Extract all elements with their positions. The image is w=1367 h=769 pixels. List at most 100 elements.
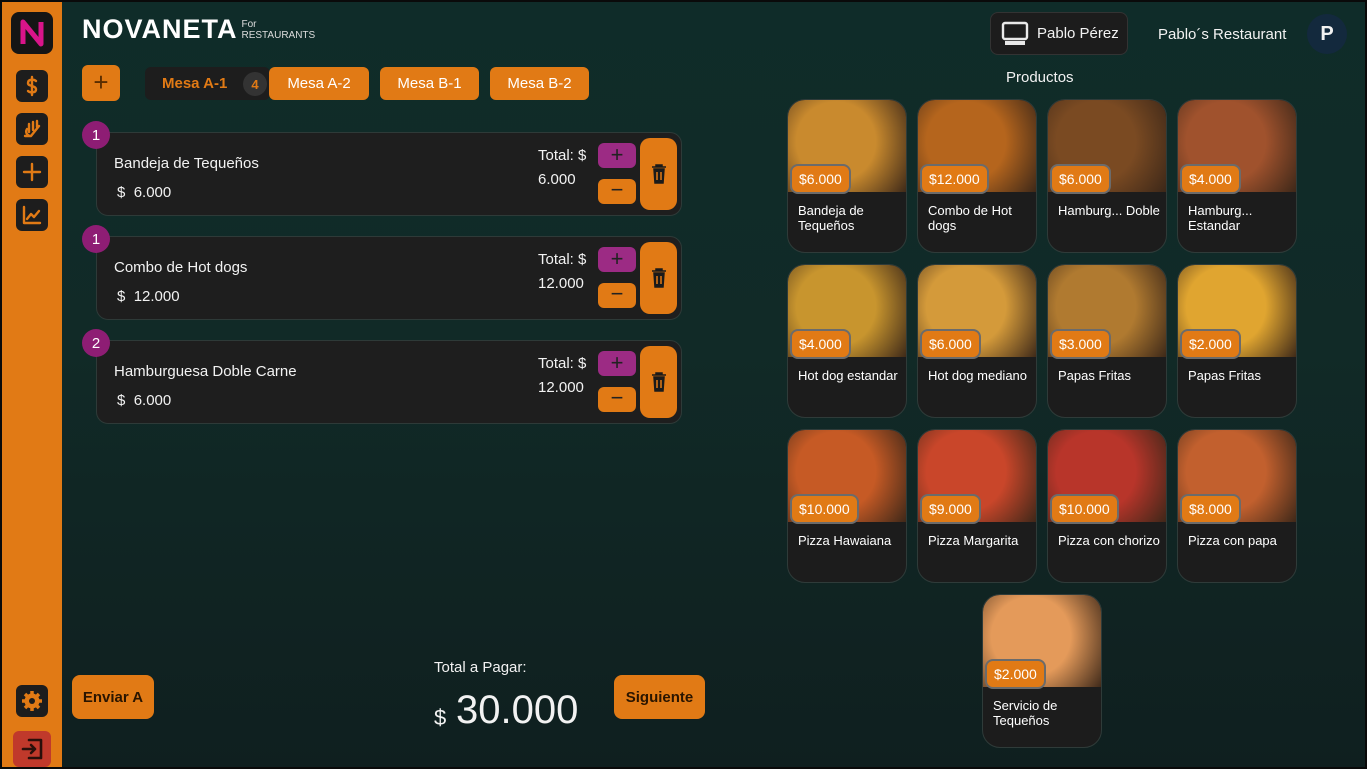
delete-item-button[interactable] [640, 242, 677, 314]
item-total-label: Total: $ [538, 147, 587, 164]
chart-icon [22, 205, 42, 225]
delete-item-button[interactable] [640, 138, 677, 210]
item-total-label: Total: $ [538, 251, 587, 268]
product-name: Combo de Hot dogs [928, 203, 1012, 233]
item-name: Combo de Hot dogs [114, 259, 248, 276]
computer-icon [1001, 21, 1029, 45]
product-card[interactable]: $6.000 Hamburg... Doble [1047, 99, 1167, 253]
product-price: $4.000 [1180, 164, 1241, 194]
item-quantity-badge: 1 [82, 225, 110, 253]
send-to-button[interactable]: Enviar A [72, 675, 154, 719]
product-name: Bandeja de Tequeños [798, 203, 864, 233]
product-price: $6.000 [790, 164, 851, 194]
product-price: $2.000 [1180, 329, 1241, 359]
novaneta-logo-icon [20, 19, 44, 47]
sidebar-item-add[interactable] [16, 156, 48, 188]
product-card[interactable]: $10.000 Pizza con chorizo [1047, 429, 1167, 583]
product-name: Hamburg... Estandar [1188, 203, 1253, 233]
product-card[interactable]: $4.000 Hamburg... Estandar [1177, 99, 1297, 253]
trash-icon [651, 372, 666, 392]
product-card[interactable]: $3.000 Papas Fritas [1047, 264, 1167, 418]
tab-count-badge: 4 [243, 72, 267, 96]
plus-icon [22, 162, 42, 182]
product-name: Papas Fritas [1188, 368, 1261, 383]
item-quantity-badge: 1 [82, 121, 110, 149]
next-button[interactable]: Siguiente [614, 675, 705, 719]
product-price: $12.000 [920, 164, 989, 194]
tab-mesa-a2[interactable]: Mesa A-2 [269, 67, 369, 100]
product-card[interactable]: $9.000 Pizza Margarita [917, 429, 1037, 583]
restaurant-name: Pablo´s Restaurant [1158, 26, 1287, 43]
product-card[interactable]: $2.000 Papas Fritas [1177, 264, 1297, 418]
item-name: Hamburguesa Doble Carne [114, 363, 297, 380]
product-name: Papas Fritas [1058, 368, 1131, 383]
product-card[interactable]: $6.000 Bandeja de Tequeños [787, 99, 907, 253]
item-total-label: Total: $ [538, 355, 587, 372]
trash-icon [651, 164, 666, 184]
decrease-quantity-button[interactable]: − [598, 283, 636, 308]
sidebar [0, 0, 62, 769]
user-button[interactable]: Pablo Pérez [990, 12, 1128, 55]
item-total-value: 6.000 [538, 171, 576, 188]
item-price: $ 12.000 [117, 288, 180, 305]
order-item: 1 Bandeja de Tequeños $ 6.000 Total: $ 6… [82, 121, 682, 216]
product-price: $9.000 [920, 494, 981, 524]
trash-icon [651, 268, 666, 288]
logout-button[interactable] [13, 731, 51, 767]
increase-quantity-button[interactable]: + [598, 247, 636, 272]
increase-quantity-button[interactable]: + [598, 143, 636, 168]
product-price: $6.000 [920, 329, 981, 359]
decrease-quantity-button[interactable]: − [598, 179, 636, 204]
order-item: 2 Hamburguesa Doble Carne $ 6.000 Total:… [82, 329, 682, 424]
product-name: Hot dog mediano [928, 368, 1028, 383]
product-card[interactable]: $6.000 Hot dog mediano [917, 264, 1037, 418]
tab-label: Mesa A-1 [162, 75, 228, 92]
sidebar-item-settings[interactable] [16, 685, 48, 717]
avatar[interactable]: P [1307, 14, 1347, 54]
sidebar-item-service[interactable] [16, 113, 48, 145]
product-card[interactable]: $12.000 Combo de Hot dogs [917, 99, 1037, 253]
product-price: $4.000 [790, 329, 851, 359]
item-total-value: 12.000 [538, 275, 584, 292]
products-title: Productos [1006, 69, 1074, 86]
product-price: $10.000 [1050, 494, 1119, 524]
item-price: $ 6.000 [117, 392, 172, 409]
product-card[interactable]: $8.000 Pizza con papa [1177, 429, 1297, 583]
order-item: 1 Combo de Hot dogs $ 12.000 Total: $ 12… [82, 225, 682, 320]
user-name: Pablo Pérez [1037, 25, 1119, 42]
add-table-button[interactable]: + [82, 65, 120, 101]
product-card[interactable]: $10.000 Pizza Hawaiana [787, 429, 907, 583]
product-price: $2.000 [985, 659, 1046, 689]
item-quantity-badge: 2 [82, 329, 110, 357]
sidebar-item-reports[interactable] [16, 199, 48, 231]
app-logo-button[interactable] [11, 12, 53, 54]
item-name: Bandeja de Tequeños [114, 155, 259, 172]
gear-icon [22, 691, 42, 711]
brand: NOVANETA For RESTAURANTS [82, 14, 315, 45]
total-to-pay-currency: $ [434, 705, 447, 730]
tab-label: Mesa B-2 [507, 75, 572, 92]
sidebar-item-sales[interactable] [16, 70, 48, 102]
item-total-value: 12.000 [538, 379, 584, 396]
increase-quantity-button[interactable]: + [598, 351, 636, 376]
product-price: $10.000 [790, 494, 859, 524]
product-card[interactable]: $4.000 Hot dog estandar [787, 264, 907, 418]
product-price: $8.000 [1180, 494, 1241, 524]
total-to-pay-amount: 30.000 [456, 688, 579, 732]
delete-item-button[interactable] [640, 346, 677, 418]
product-price: $3.000 [1050, 329, 1111, 359]
brand-name: NOVANETA [82, 14, 238, 44]
decrease-quantity-button[interactable]: − [598, 387, 636, 412]
product-name: Hot dog estandar [798, 368, 898, 383]
tab-mesa-b1[interactable]: Mesa B-1 [380, 67, 479, 100]
serving-icon [23, 119, 41, 138]
product-name: Pizza con chorizo [1058, 533, 1160, 548]
dollar-icon [26, 75, 38, 97]
logout-icon [21, 738, 43, 760]
product-name: Hamburg... Doble [1058, 203, 1160, 218]
product-name: Servicio de Tequeños [993, 698, 1058, 728]
tab-mesa-a1[interactable]: Mesa A-1 4 [145, 67, 270, 100]
product-card[interactable]: $2.000 Servicio de Tequeños [982, 594, 1102, 748]
total-to-pay-label: Total a Pagar: [434, 659, 527, 676]
tab-mesa-b2[interactable]: Mesa B-2 [490, 67, 589, 100]
